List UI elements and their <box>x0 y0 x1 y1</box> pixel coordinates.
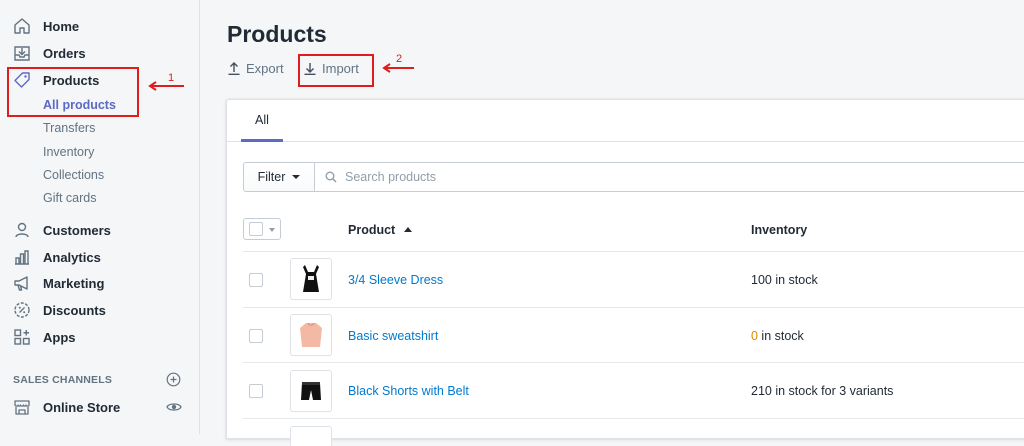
caret-down-icon <box>269 228 275 232</box>
column-product[interactable]: Product <box>348 223 412 237</box>
inventory-count: 210 <box>751 384 772 398</box>
add-channel-icon[interactable] <box>166 372 181 392</box>
tab-all[interactable]: All <box>241 100 283 142</box>
inventory-cell: 100 in stock <box>751 273 818 287</box>
nav-marketing[interactable]: Marketing <box>12 272 104 294</box>
customer-icon <box>12 220 32 240</box>
nav-orders-label: Orders <box>43 45 86 61</box>
nav-collections[interactable]: Collections <box>43 166 104 184</box>
nav-analytics[interactable]: Analytics <box>12 246 101 268</box>
apps-icon <box>12 327 32 347</box>
column-inventory[interactable]: Inventory <box>751 223 807 237</box>
export-label: Export <box>246 61 284 76</box>
product-name-link[interactable]: Basic sweatshirt <box>348 329 438 343</box>
annotation-box-products <box>7 67 139 117</box>
nav-orders[interactable]: Orders <box>12 42 86 64</box>
bulk-select-dropdown[interactable] <box>243 218 281 240</box>
product-name-link[interactable]: Black Shorts with Belt <box>348 384 469 398</box>
row-checkbox[interactable] <box>249 384 263 398</box>
nav-gift-cards[interactable]: Gift cards <box>43 189 97 207</box>
product-thumbnail <box>290 258 332 300</box>
annotation-number-2: 2 <box>396 53 403 65</box>
store-icon <box>12 397 32 417</box>
export-icon <box>228 62 240 75</box>
product-thumbnail <box>290 370 332 412</box>
megaphone-icon <box>12 273 32 293</box>
product-thumbnail <box>290 314 332 356</box>
inventory-suffix: in stock <box>757 329 804 343</box>
divider <box>243 307 1024 308</box>
nav-inventory[interactable]: Inventory <box>43 143 94 161</box>
nav-discounts[interactable]: Discounts <box>12 299 106 321</box>
nav-transfers[interactable]: Transfers <box>43 119 95 137</box>
search-icon <box>325 171 337 183</box>
products-card: All Filter Product Inventory <box>226 99 1024 446</box>
select-all-checkbox[interactable] <box>249 222 263 236</box>
nav-home-label: Home <box>43 18 80 34</box>
tab-bar: All <box>227 100 1024 142</box>
caret-down-icon <box>292 175 301 179</box>
inventory-count: 100 <box>751 273 772 287</box>
divider <box>243 362 1024 363</box>
inventory-suffix: in stock <box>771 273 818 287</box>
divider <box>243 251 1024 252</box>
export-button[interactable]: Export <box>228 61 284 76</box>
row-checkbox[interactable] <box>249 273 263 287</box>
search-input[interactable] <box>345 170 745 184</box>
view-store-eye-icon[interactable] <box>166 400 182 419</box>
nav-apps[interactable]: Apps <box>12 326 76 348</box>
inventory-cell: 0 in stock <box>751 329 804 343</box>
inventory-cell: 210 in stock for 3 variants <box>751 384 893 398</box>
inventory-suffix: in stock for 3 variants <box>771 384 894 398</box>
nav-customers-label: Customers <box>43 222 111 238</box>
nav-analytics-label: Analytics <box>43 249 101 265</box>
orders-icon <box>12 43 32 63</box>
nav-home[interactable]: Home <box>12 15 79 37</box>
filter-label: Filter <box>257 170 286 184</box>
column-product-label: Product <box>348 223 396 237</box>
divider <box>243 418 1024 419</box>
discount-icon <box>12 300 32 320</box>
annotation-box-import <box>298 54 374 87</box>
annotation-arrow <box>148 81 184 91</box>
filter-row: Filter <box>243 162 1024 192</box>
nav-online-store-label: Online Store <box>43 399 121 415</box>
product-thumbnail <box>290 426 332 446</box>
sales-channels-heading: SALES CHANNELS <box>13 374 113 386</box>
nav-discounts-label: Discounts <box>43 302 106 318</box>
sort-ascending-icon <box>403 227 412 232</box>
page-title: Products <box>227 21 327 47</box>
nav-marketing-label: Marketing <box>43 275 105 291</box>
search-box <box>315 162 1024 192</box>
annotation-number-1: 1 <box>168 72 175 84</box>
row-checkbox[interactable] <box>249 329 263 343</box>
sidebar: Home Orders Products All products Transf… <box>0 0 200 434</box>
nav-customers[interactable]: Customers <box>12 219 111 241</box>
nav-apps-label: Apps <box>43 329 76 345</box>
analytics-icon <box>12 247 32 267</box>
home-icon <box>12 16 32 36</box>
inventory-count: 0 <box>751 329 758 343</box>
nav-online-store[interactable]: Online Store <box>12 396 120 418</box>
filter-button[interactable]: Filter <box>243 162 315 192</box>
product-name-link[interactable]: 3/4 Sleeve Dress <box>348 273 443 287</box>
